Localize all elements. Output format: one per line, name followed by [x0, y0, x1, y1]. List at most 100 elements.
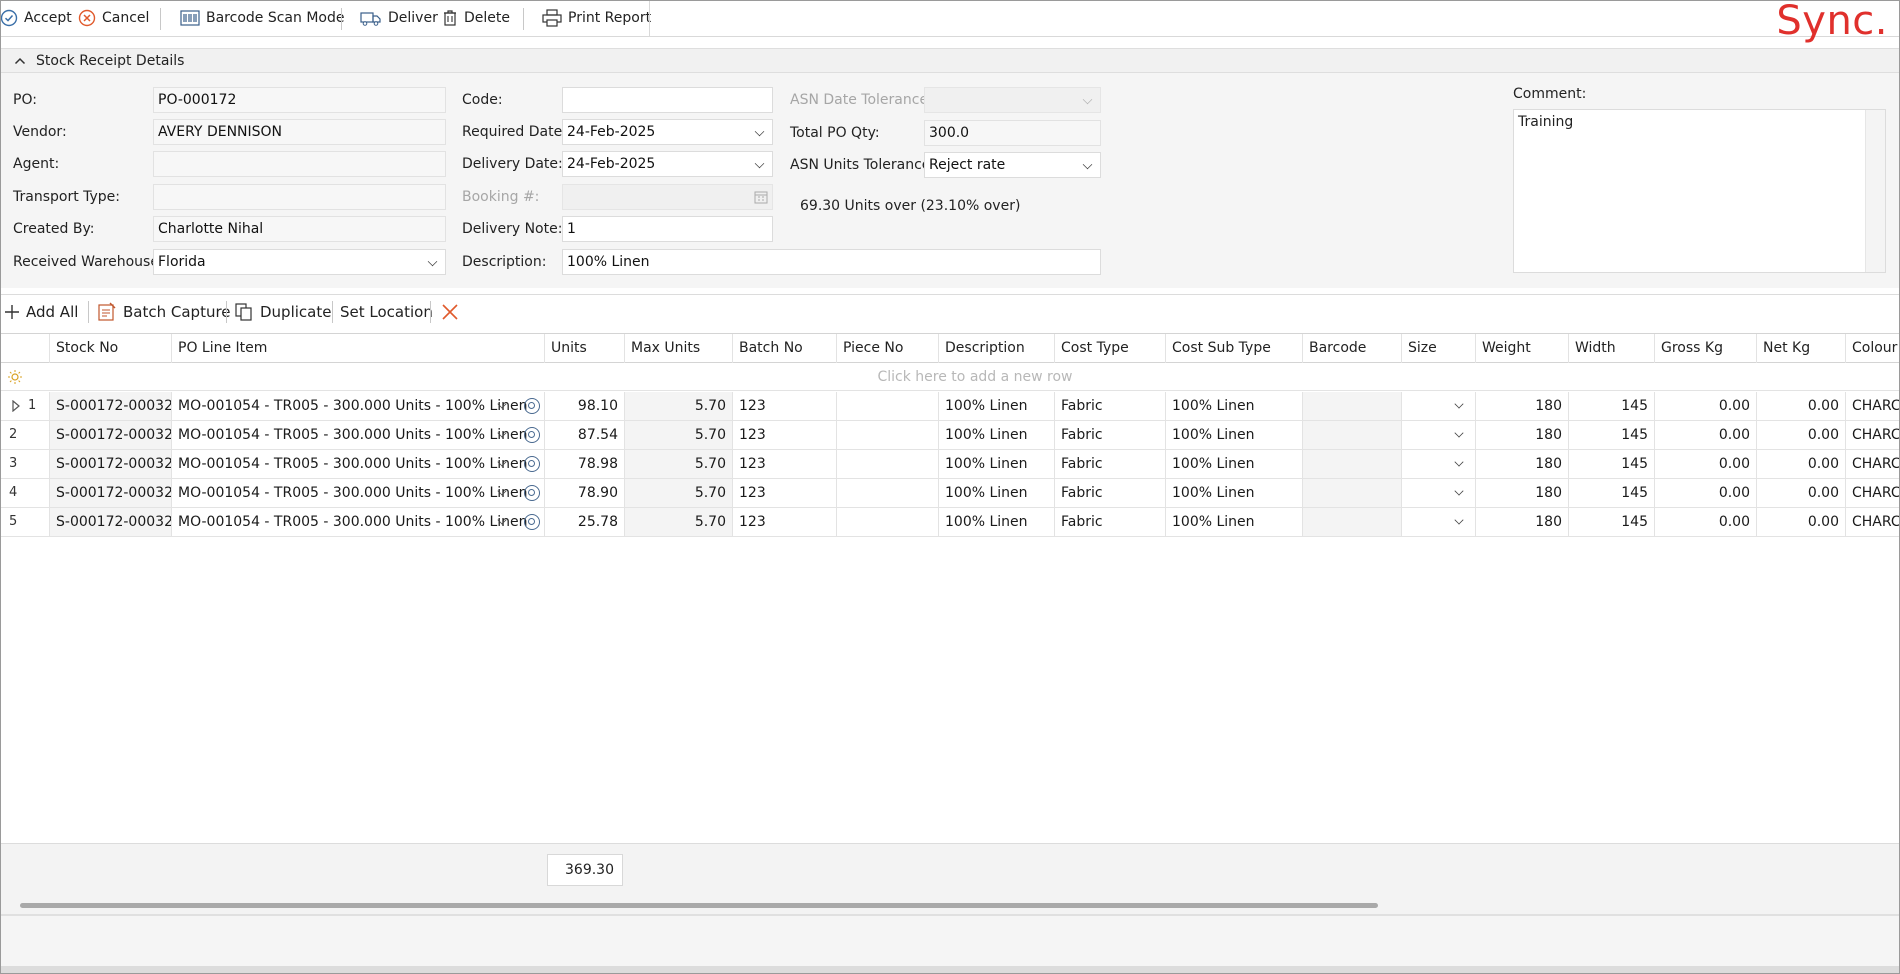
row-indicator[interactable]: 1 — [0, 392, 50, 420]
stock-no-cell[interactable]: S-000172-000326 — [50, 450, 172, 478]
description-cell[interactable]: 100% Linen — [939, 392, 1055, 420]
stock-no-cell[interactable]: S-000172-000328 — [50, 508, 172, 536]
max-units-cell[interactable]: 5.70 — [625, 508, 733, 536]
chevron-down-icon[interactable] — [427, 256, 438, 267]
table-row[interactable]: 5 S-000172-000328 MO-001054 - TR005 - 300.… — [0, 508, 1900, 537]
received-warehouse-select[interactable]: Florida — [153, 249, 446, 275]
units-cell[interactable]: 78.90 — [545, 479, 625, 507]
chevron-down-icon[interactable] — [1454, 399, 1464, 409]
description-cell[interactable]: 100% Linen — [939, 508, 1055, 536]
cost-type-cell[interactable]: Fabric — [1055, 479, 1166, 507]
width-cell[interactable]: 145 — [1569, 421, 1655, 449]
transport-type-field[interactable] — [153, 184, 446, 210]
weight-cell[interactable]: 180 — [1476, 479, 1569, 507]
width-cell[interactable]: 145 — [1569, 450, 1655, 478]
row-indicator[interactable]: 5 — [0, 508, 50, 536]
column-header[interactable]: Units — [545, 334, 625, 363]
piece-no-cell[interactable] — [837, 508, 939, 536]
cost-sub-type-cell[interactable]: 100% Linen — [1166, 392, 1303, 420]
barcode-cell[interactable] — [1303, 479, 1402, 507]
cost-sub-type-cell[interactable]: 100% Linen — [1166, 479, 1303, 507]
row-indicator[interactable]: 3 — [0, 450, 50, 478]
colour-cell[interactable]: CHARCOAL — [1846, 450, 1900, 478]
piece-no-cell[interactable] — [837, 479, 939, 507]
table-row[interactable]: 2 S-000172-000325 MO-001054 - TR005 - 300.… — [0, 421, 1900, 450]
delivery-note-field[interactable]: 1 — [562, 216, 773, 242]
max-units-cell[interactable]: 5.70 — [625, 421, 733, 449]
chevron-down-icon[interactable] — [754, 158, 765, 169]
weight-cell[interactable]: 180 — [1476, 508, 1569, 536]
asn-units-tolerance-select[interactable]: Reject rate — [924, 152, 1101, 178]
weight-cell[interactable]: 180 — [1476, 392, 1569, 420]
piece-no-cell[interactable] — [837, 392, 939, 420]
cost-sub-type-cell[interactable]: 100% Linen — [1166, 450, 1303, 478]
cost-type-cell[interactable]: Fabric — [1055, 421, 1166, 449]
required-date-picker[interactable]: 24-Feb-2025 — [562, 119, 773, 145]
chevron-down-icon[interactable] — [1454, 486, 1464, 496]
width-cell[interactable]: 145 — [1569, 508, 1655, 536]
weight-cell[interactable]: 180 — [1476, 450, 1569, 478]
po-line-item-cell[interactable]: MO-001054 - TR005 - 300.000 Units - 100%… — [172, 450, 545, 478]
cost-type-cell[interactable]: Fabric — [1055, 392, 1166, 420]
column-header[interactable]: Batch No — [733, 334, 837, 363]
column-header[interactable]: PO Line Item — [172, 334, 545, 363]
net-kg-cell[interactable]: 0.00 — [1757, 392, 1846, 420]
cost-type-cell[interactable]: Fabric — [1055, 508, 1166, 536]
max-units-cell[interactable]: 5.70 — [625, 392, 733, 420]
width-cell[interactable]: 145 — [1569, 392, 1655, 420]
width-cell[interactable]: 145 — [1569, 479, 1655, 507]
table-row[interactable]: 4 S-000172-000327 MO-001054 - TR005 - 300.… — [0, 479, 1900, 508]
agent-field[interactable] — [153, 151, 446, 177]
comment-textarea[interactable]: Training — [1513, 109, 1886, 273]
search-icon[interactable] — [524, 456, 540, 472]
column-header[interactable]: Max Units — [625, 334, 733, 363]
description-cell[interactable]: 100% Linen — [939, 450, 1055, 478]
column-header[interactable]: Colour — [1846, 334, 1900, 363]
column-header[interactable]: Width — [1569, 334, 1655, 363]
stock-no-cell[interactable]: S-000172-000325 — [50, 421, 172, 449]
search-icon[interactable] — [524, 398, 540, 414]
batch-no-cell[interactable]: 123 — [733, 508, 837, 536]
max-units-cell[interactable]: 5.70 — [625, 479, 733, 507]
column-header[interactable]: Barcode — [1303, 334, 1402, 363]
section-header[interactable]: Stock Receipt Details — [0, 48, 1900, 73]
add-all-button[interactable]: Add All — [4, 300, 78, 324]
search-icon[interactable] — [524, 485, 540, 501]
net-kg-cell[interactable]: 0.00 — [1757, 479, 1846, 507]
horizontal-scrollbar[interactable] — [0, 895, 1900, 915]
barcode-cell[interactable] — [1303, 421, 1402, 449]
cost-sub-type-cell[interactable]: 100% Linen — [1166, 508, 1303, 536]
column-header[interactable]: Cost Type — [1055, 334, 1166, 363]
po-line-item-cell[interactable]: MO-001054 - TR005 - 300.000 Units - 100%… — [172, 508, 545, 536]
new-row[interactable]: Click here to add a new row — [0, 363, 1900, 391]
batch-no-cell[interactable]: 123 — [733, 450, 837, 478]
gross-kg-cell[interactable]: 0.00 — [1655, 450, 1757, 478]
deliver-button[interactable]: Deliver — [360, 6, 438, 30]
accept-button[interactable]: Accept — [0, 6, 72, 30]
cancel-button[interactable]: Cancel — [78, 6, 149, 30]
barcode-scan-mode-button[interactable]: Barcode Scan Mode — [180, 6, 344, 30]
duplicate-button[interactable]: Duplicate — [234, 300, 331, 324]
remove-button[interactable] — [440, 300, 460, 324]
colour-cell[interactable]: CHARCOAL — [1846, 508, 1900, 536]
chevron-down-icon[interactable] — [1454, 457, 1464, 467]
colour-cell[interactable]: CHARCOAL — [1846, 392, 1900, 420]
gross-kg-cell[interactable]: 0.00 — [1655, 392, 1757, 420]
colour-cell[interactable]: CHARCOAL — [1846, 479, 1900, 507]
search-icon[interactable] — [524, 427, 540, 443]
delivery-date-picker[interactable]: 24-Feb-2025 — [562, 151, 773, 177]
table-row[interactable]: 3 S-000172-000326 MO-001054 - TR005 - 300.… — [0, 450, 1900, 479]
description-cell[interactable]: 100% Linen — [939, 479, 1055, 507]
description-cell[interactable]: 100% Linen — [939, 421, 1055, 449]
size-cell[interactable] — [1402, 450, 1476, 478]
po-line-item-cell[interactable]: MO-001054 - TR005 - 300.000 Units - 100%… — [172, 421, 545, 449]
comment-scrollbar[interactable] — [1865, 110, 1885, 272]
gross-kg-cell[interactable]: 0.00 — [1655, 479, 1757, 507]
barcode-cell[interactable] — [1303, 392, 1402, 420]
column-header[interactable]: Piece No — [837, 334, 939, 363]
column-header[interactable]: Description — [939, 334, 1055, 363]
size-cell[interactable] — [1402, 508, 1476, 536]
column-header[interactable]: Stock No — [50, 334, 172, 363]
units-cell[interactable]: 98.10 — [545, 392, 625, 420]
po-line-item-cell[interactable]: MO-001054 - TR005 - 300.000 Units - 100%… — [172, 479, 545, 507]
